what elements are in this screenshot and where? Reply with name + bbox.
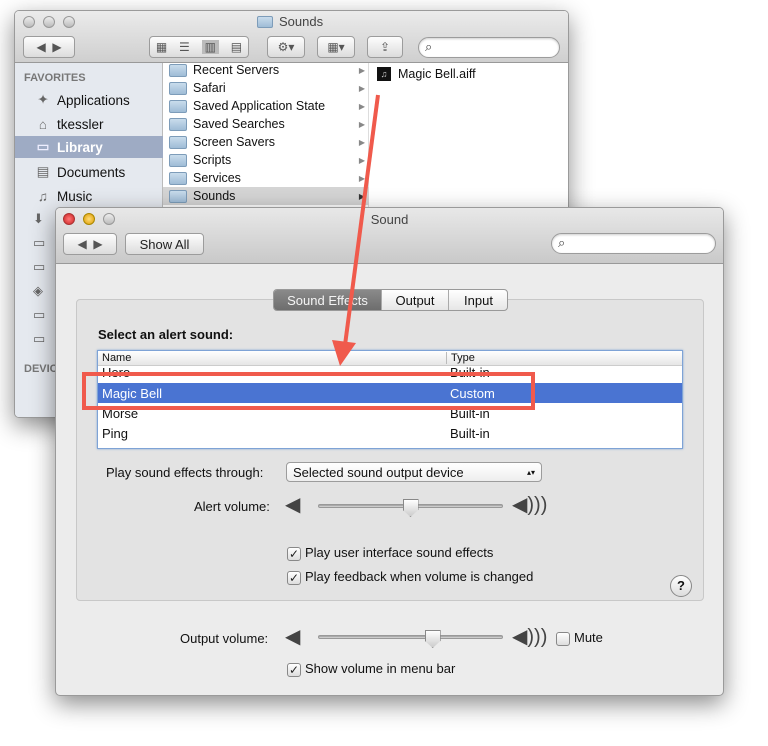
- annotation-highlight-box: [82, 372, 535, 410]
- annotation-arrow-line: [343, 94, 380, 346]
- annotation-arrow-head: [332, 340, 356, 366]
- annotation-overlay: [82, 94, 535, 410]
